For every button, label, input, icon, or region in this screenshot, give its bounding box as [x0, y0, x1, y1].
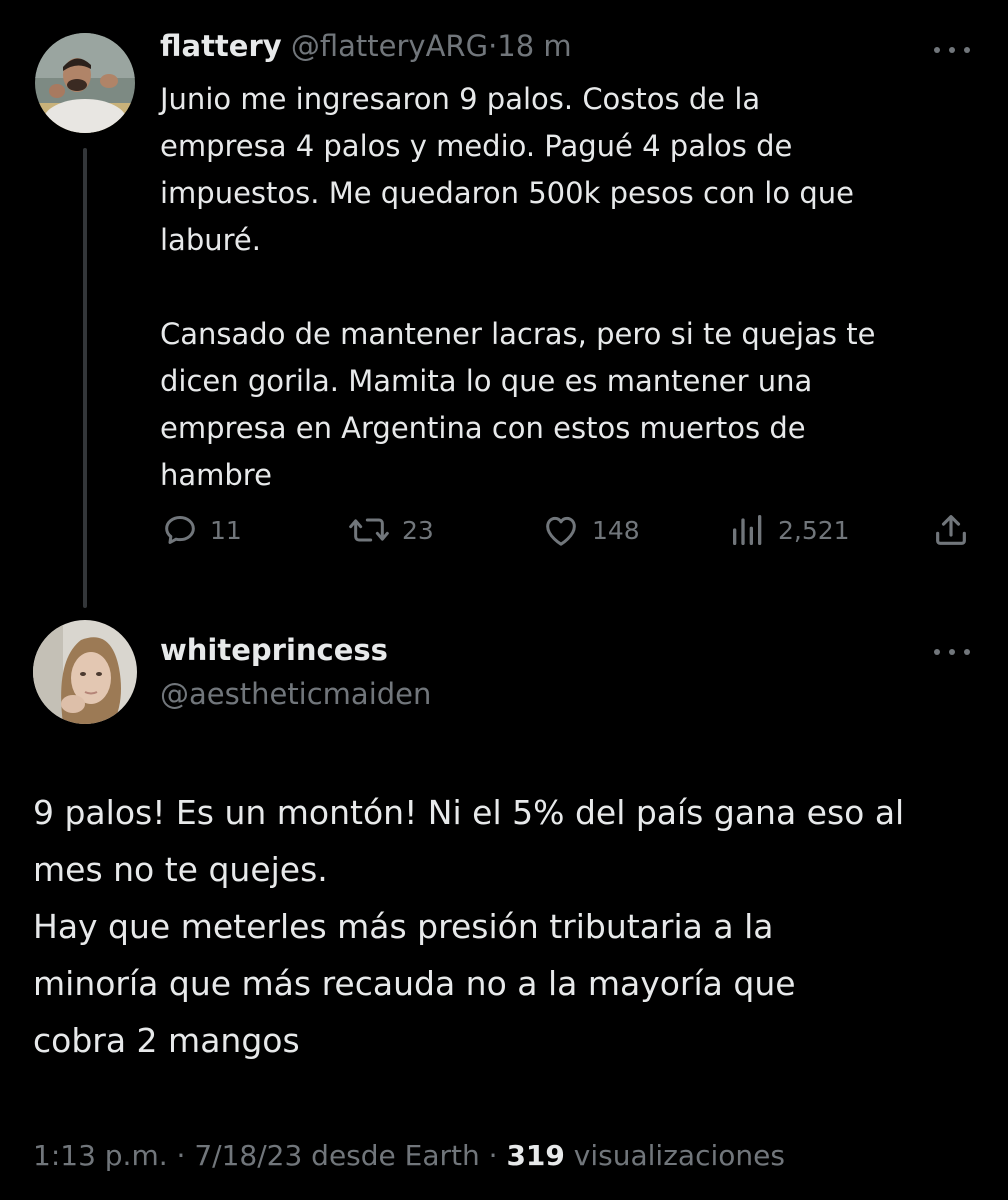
dot — [949, 47, 955, 53]
bar-chart-icon — [733, 515, 762, 545]
dot — [949, 649, 955, 655]
avatar-whiteprincess[interactable] — [33, 620, 137, 724]
user-handle[interactable]: @flatteryARG — [291, 29, 488, 63]
reply-bubble-icon — [165, 516, 195, 544]
reply-button[interactable]: 11 — [160, 510, 242, 550]
reply-tweet-text: 9 palos! Es un montón! Ni el 5% del país… — [33, 793, 905, 1060]
retweet-button[interactable]: 23 — [346, 510, 434, 550]
tweet1-header: flattery @flatteryARG·18 m — [160, 28, 572, 64]
more-dots-icon[interactable] — [932, 40, 972, 60]
thread-connector-line — [83, 148, 87, 608]
share-upload-icon — [936, 515, 966, 545]
display-name[interactable]: flattery — [160, 29, 282, 63]
tweet-time[interactable]: 18 m — [497, 29, 571, 63]
heart-icon — [546, 516, 576, 546]
tweet2-display-name: whiteprincess — [160, 632, 388, 668]
display-name[interactable]: whiteprincess — [160, 633, 388, 667]
retweet-count: 23 — [402, 515, 434, 545]
tweet-text: Junio me ingresaron 9 palos. Costos de l… — [160, 82, 876, 492]
views-button[interactable]: 2,521 — [728, 510, 850, 550]
dot — [964, 47, 970, 53]
more-dots-icon[interactable] — [932, 642, 972, 662]
dot — [934, 649, 940, 655]
views-label: visualizaciones — [564, 1139, 785, 1172]
avatar-flattery[interactable] — [35, 33, 135, 133]
like-button[interactable]: 148 — [540, 510, 640, 550]
share-button[interactable] — [931, 510, 971, 550]
retweet-arrows-icon — [349, 518, 389, 542]
tweet-footer-meta: 1:13 p.m. · 7/18/23 desde Earth · 319 vi… — [33, 1136, 785, 1176]
views-count: 2,521 — [778, 515, 850, 545]
dot — [934, 47, 940, 53]
like-count: 148 — [592, 515, 640, 545]
timestamp-source[interactable]: 1:13 p.m. · 7/18/23 desde Earth · — [33, 1139, 506, 1172]
header-separator: · — [488, 29, 498, 63]
views-total[interactable]: 319 — [506, 1139, 564, 1172]
reply-count: 11 — [210, 515, 242, 545]
user-handle[interactable]: @aestheticmaiden — [160, 676, 431, 712]
dot — [964, 649, 970, 655]
